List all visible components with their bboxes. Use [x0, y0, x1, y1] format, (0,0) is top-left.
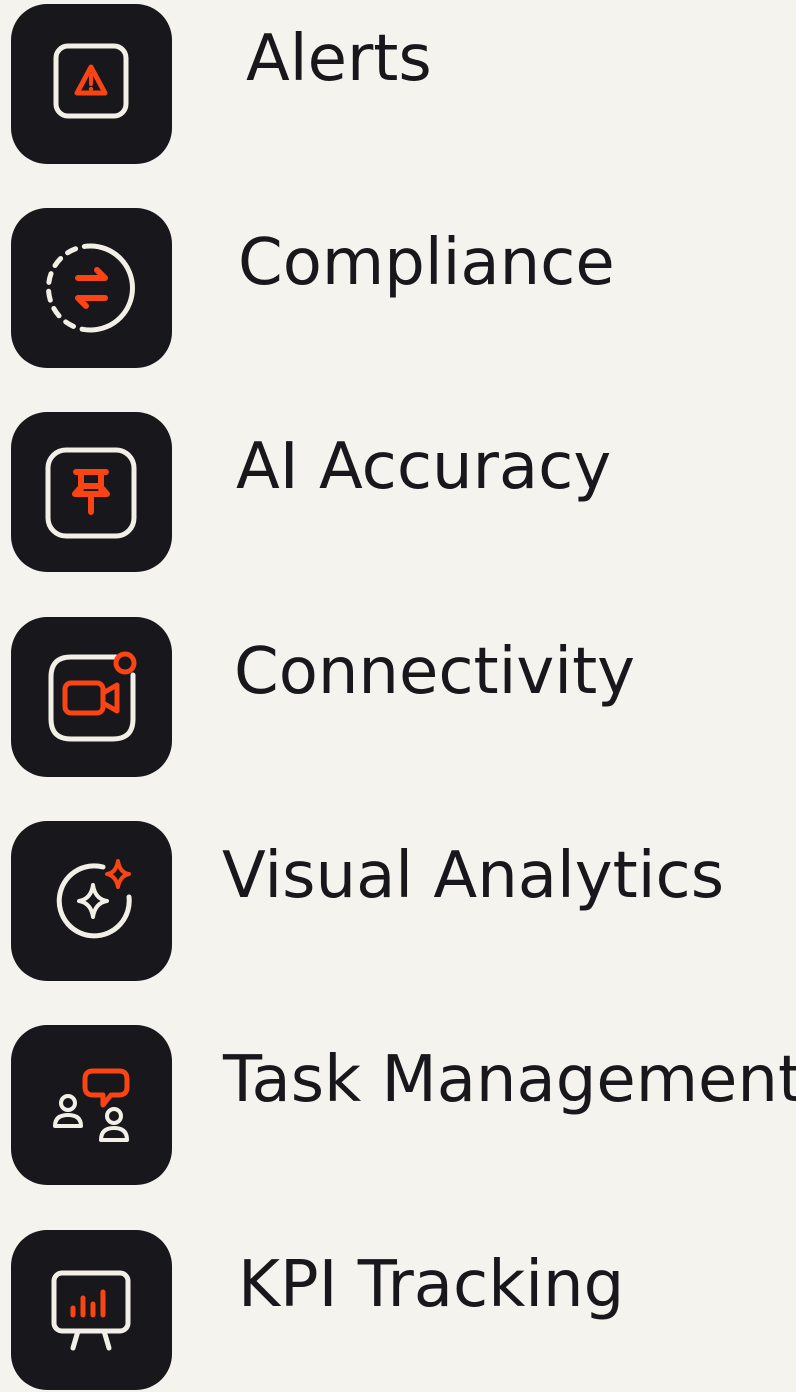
icon-tile: [11, 617, 172, 777]
feature-item-visual-analytics: Visual Analytics: [0, 821, 796, 981]
sparkle-icon: [56, 859, 132, 939]
feature-item-alerts: Alerts: [0, 4, 796, 164]
icon-tile: [11, 821, 172, 981]
feature-item-connectivity: Connectivity: [0, 617, 796, 777]
feature-item-kpi-tracking: KPI Tracking: [0, 1230, 796, 1390]
feature-item-compliance: Compliance: [0, 208, 796, 368]
feature-list: Alerts Compliance AI Accuracy Connectivi…: [0, 0, 796, 1392]
icon-tile: [11, 4, 172, 164]
presentation-chart-icon: [51, 1270, 131, 1351]
icon-tile: [11, 208, 172, 368]
icon-tile: [11, 412, 172, 572]
team-chat-icon: [53, 1068, 130, 1142]
icon-tile: [11, 1230, 172, 1390]
feature-label: AI Accuracy: [236, 430, 612, 504]
feature-label: Task Management: [223, 1043, 796, 1117]
feature-item-ai-accuracy: AI Accuracy: [0, 412, 796, 572]
exchange-icon: [46, 243, 135, 333]
pin-icon: [45, 447, 137, 539]
feature-label: Compliance: [238, 226, 615, 300]
feature-label: KPI Tracking: [238, 1248, 625, 1322]
feature-label: Alerts: [246, 22, 432, 96]
feature-item-task-management: Task Management: [0, 1025, 796, 1185]
icon-tile: [11, 1025, 172, 1185]
feature-label: Visual Analytics: [222, 839, 725, 913]
warning-icon: [53, 43, 129, 119]
feature-label: Connectivity: [234, 635, 636, 709]
video-call-icon: [48, 651, 137, 742]
